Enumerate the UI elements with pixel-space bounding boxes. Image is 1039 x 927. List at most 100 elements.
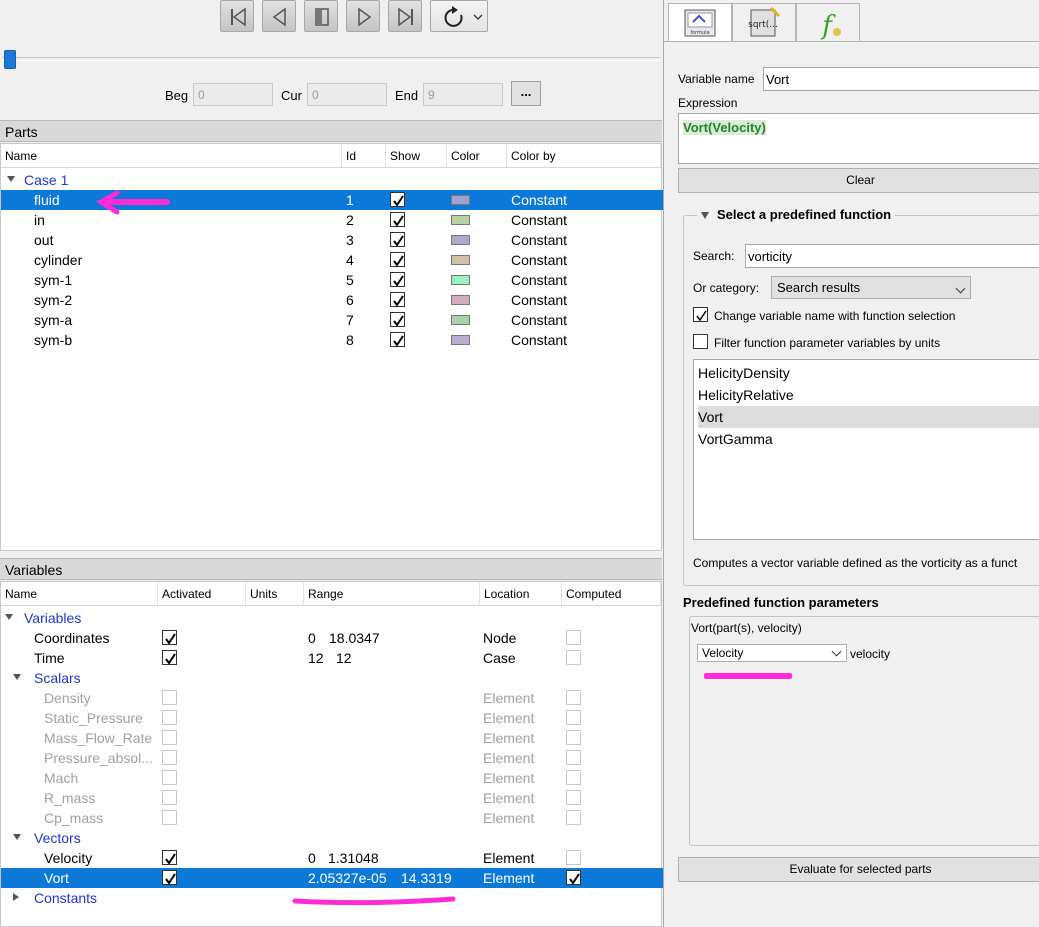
skip-to-end-icon: [398, 7, 413, 27]
expand-arrow-icon[interactable]: [7, 176, 15, 182]
scalar-row[interactable]: Mass_Flow_Rate Element: [1, 728, 663, 748]
play-button[interactable]: [346, 0, 380, 32]
part-color-swatch[interactable]: [451, 295, 470, 305]
vort-row[interactable]: Vort 2.05327e-05 14.3319 Element: [1, 868, 663, 888]
vars-col-units[interactable]: Units: [246, 582, 304, 606]
collapse-arrow-icon[interactable]: [701, 212, 709, 220]
part-row[interactable]: sym-b 8 Constant: [1, 330, 663, 350]
cur-field[interactable]: 0: [307, 83, 387, 106]
clear-button[interactable]: Clear: [678, 168, 1039, 193]
part-show-checkbox[interactable]: [390, 212, 405, 227]
math-function-icon: sqrt(...: [748, 6, 781, 37]
coordinates-activated-checkbox[interactable]: [162, 630, 177, 645]
function-list[interactable]: HelicityDensity HelicityRelative Vort VortG…: [693, 359, 1039, 540]
parts-col-color-by[interactable]: Color by: [507, 144, 661, 168]
parts-col-color[interactable]: Color: [447, 144, 507, 168]
skip-to-end-button[interactable]: [388, 0, 422, 32]
scalar-row[interactable]: Static_Pressure Element: [1, 708, 663, 728]
function-search-input[interactable]: vorticity: [745, 244, 1039, 268]
scalar-activated-checkbox[interactable]: [162, 710, 177, 725]
scalar-activated-checkbox[interactable]: [162, 690, 177, 705]
tab-user-functions[interactable]: f: [796, 3, 860, 41]
part-color-swatch[interactable]: [451, 255, 470, 265]
part-color-by: Constant: [511, 332, 568, 348]
part-row[interactable]: cylinder 4 Constant: [1, 250, 663, 270]
vars-col-computed[interactable]: Computed: [562, 582, 661, 606]
scalar-activated-checkbox[interactable]: [162, 790, 177, 805]
loop-mode-dropdown[interactable]: [430, 0, 488, 32]
scalar-row[interactable]: Density Element: [1, 688, 663, 708]
change-name-checkbox[interactable]: [693, 307, 708, 322]
part-color-swatch[interactable]: [451, 235, 470, 245]
scalar-row[interactable]: R_mass Element: [1, 788, 663, 808]
step-back-button[interactable]: [262, 0, 296, 32]
scalar-location: Element: [483, 710, 535, 726]
part-color-swatch[interactable]: [451, 335, 470, 345]
time-row[interactable]: Time 12 12 Case: [1, 648, 663, 668]
part-color-swatch[interactable]: [451, 315, 470, 325]
filter-units-checkbox[interactable]: [693, 334, 708, 349]
part-row[interactable]: sym-a 7 Constant: [1, 310, 663, 330]
case-row[interactable]: Case 1: [1, 170, 663, 190]
scalar-activated-checkbox[interactable]: [162, 810, 177, 825]
velocity-row[interactable]: Velocity 0 1.31048 Element: [1, 848, 663, 868]
part-show-checkbox[interactable]: [390, 232, 405, 247]
end-field[interactable]: 9: [423, 83, 503, 106]
scalar-row[interactable]: Cp_mass Element: [1, 808, 663, 828]
stop-button[interactable]: [304, 0, 338, 32]
function-list-item[interactable]: HelicityDensity: [698, 362, 1039, 384]
more-options-button[interactable]: ...: [511, 81, 541, 106]
part-color-swatch[interactable]: [451, 195, 470, 205]
vars-col-location[interactable]: Location: [480, 582, 562, 606]
function-list-item[interactable]: VortGamma: [698, 428, 1039, 450]
parts-col-name[interactable]: Name: [1, 144, 342, 168]
collapsed-arrow-icon[interactable]: [13, 893, 19, 901]
predefined-header[interactable]: Select a predefined function: [697, 207, 896, 222]
scalar-computed-checkbox: [566, 710, 581, 725]
scalars-group-row[interactable]: Scalars: [1, 668, 663, 688]
variables-group-row[interactable]: Variables: [1, 608, 663, 628]
skip-to-start-button[interactable]: [220, 0, 254, 32]
part-show-checkbox[interactable]: [390, 192, 405, 207]
expand-arrow-icon[interactable]: [5, 614, 13, 620]
scalar-row[interactable]: Pressure_absol... Element: [1, 748, 663, 768]
part-show-checkbox[interactable]: [390, 332, 405, 347]
variable-name-input[interactable]: Vort: [763, 67, 1039, 91]
time-slider-handle[interactable]: [4, 50, 16, 69]
scalar-activated-checkbox[interactable]: [162, 750, 177, 765]
part-show-checkbox[interactable]: [390, 312, 405, 327]
vars-col-activated[interactable]: Activated: [158, 582, 246, 606]
vort-activated-checkbox[interactable]: [162, 870, 177, 885]
time-activated-checkbox[interactable]: [162, 650, 177, 665]
expression-editor[interactable]: Vort(Velocity): [678, 113, 1039, 164]
function-list-item[interactable]: HelicityRelative: [698, 384, 1039, 406]
scalar-row[interactable]: Mach Element: [1, 768, 663, 788]
vectors-group-row[interactable]: Vectors: [1, 828, 663, 848]
evaluate-button[interactable]: Evaluate for selected parts: [678, 857, 1039, 882]
beg-field[interactable]: 0: [193, 83, 273, 106]
function-list-item[interactable]: Vort: [698, 406, 1039, 428]
expand-arrow-icon[interactable]: [13, 834, 21, 840]
part-show-checkbox[interactable]: [390, 292, 405, 307]
scalar-activated-checkbox[interactable]: [162, 770, 177, 785]
tab-general[interactable]: formula: [668, 3, 732, 41]
time-slider-track[interactable]: [2, 57, 660, 61]
coordinates-row[interactable]: Coordinates 0 18.0347 Node: [1, 628, 663, 648]
scalar-activated-checkbox[interactable]: [162, 730, 177, 745]
part-show-checkbox[interactable]: [390, 252, 405, 267]
part-show-checkbox[interactable]: [390, 272, 405, 287]
part-color-swatch[interactable]: [451, 275, 470, 285]
part-row[interactable]: out 3 Constant: [1, 230, 663, 250]
parts-col-id[interactable]: Id: [342, 144, 386, 168]
velocity-param-dropdown[interactable]: Velocity: [697, 644, 847, 662]
parts-col-show[interactable]: Show: [386, 144, 447, 168]
tab-math-functions[interactable]: sqrt(...: [732, 3, 796, 41]
category-dropdown[interactable]: Search results: [771, 276, 971, 299]
part-color-swatch[interactable]: [451, 215, 470, 225]
part-row[interactable]: sym-1 5 Constant: [1, 270, 663, 290]
vars-col-range[interactable]: Range: [304, 582, 480, 606]
part-row[interactable]: sym-2 6 Constant: [1, 290, 663, 310]
vars-col-name[interactable]: Name: [1, 582, 158, 606]
expand-arrow-icon[interactable]: [13, 674, 21, 680]
velocity-activated-checkbox[interactable]: [162, 850, 177, 865]
